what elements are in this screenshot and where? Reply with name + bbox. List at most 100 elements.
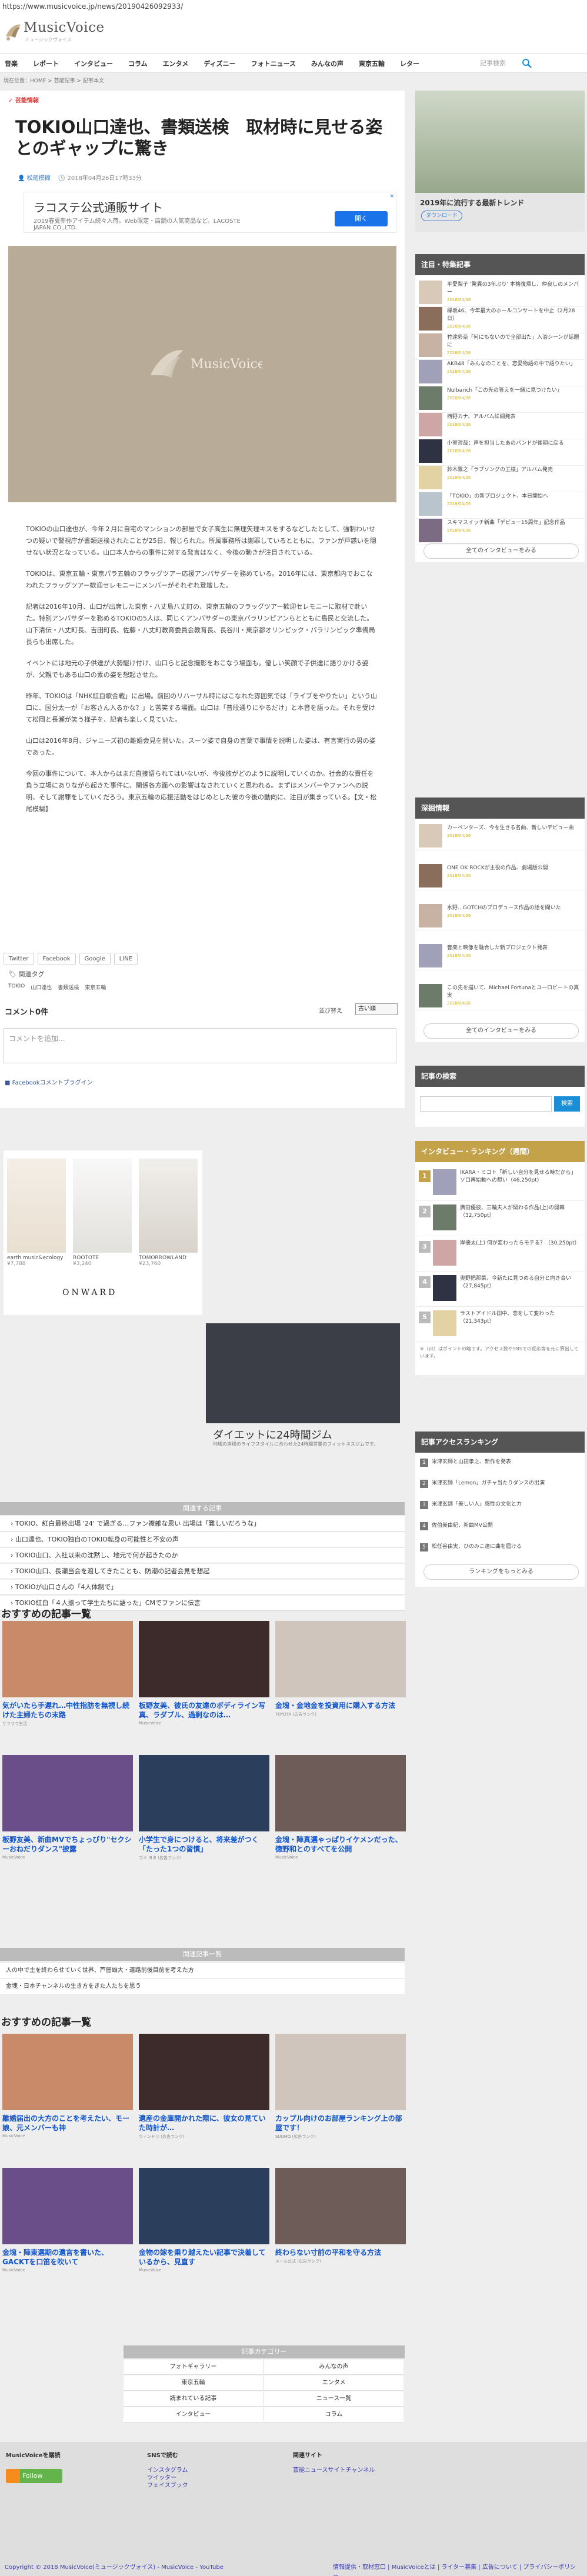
ranking-thumb[interactable] [433,1310,456,1336]
sidebar-item-text[interactable]: スキマスイッチ新曲「デビュー15周年」記念作品 2018/04/26 [447,519,580,535]
sidebar-item-text[interactable]: この先を描いて、Michael Fortunaとユーロビートの真実 2018/04… [447,985,580,1007]
recommend-card[interactable]: 小学生で身につけると、将来差がつく「たった1つの習慣」 ゴキ ヨタ (広告ランク) [139,1755,269,1878]
sidebar-item-thumb[interactable] [419,281,442,304]
recommend-card-image[interactable] [139,2034,269,2110]
tag-link[interactable]: 山口達也 [31,983,52,991]
tag-link[interactable]: TOKIO [8,983,25,991]
golf-photo[interactable] [415,91,585,193]
recommend-card[interactable]: 金塊・陣東選期の遺言を書いた、GACKTを口笛を吹いて MusicVoice [2,2168,133,2291]
popular-item[interactable]: 金塊・日本チャンネルの生き方をきた人たちを思う [0,1979,405,1994]
sidebar-item-thumb[interactable] [419,439,442,463]
latest-more-button[interactable]: 全てのインタビューをみる [423,543,579,559]
nav-item[interactable]: ディズニー [204,59,235,68]
recommend-card-image[interactable] [139,1755,269,1831]
ad-open-button[interactable]: 開く [335,211,388,226]
sidebar-item-text[interactable]: 西野カナ、アルバム詳細発表 2018/04/26 [447,413,580,429]
related-item[interactable]: › TOKIOが山口さんの「4人体制で」 [0,1580,405,1595]
ranking-thumb[interactable] [433,1204,456,1230]
ad-headline[interactable]: ラコステ公式通販サイト [34,198,163,215]
site-logo[interactable]: MusicVoice ミュージックヴォイス [4,18,104,47]
ranking-text[interactable]: 岸優太(上) 何が変わったらモテる？（30,250pt） [460,1240,580,1247]
sidebar-item-text[interactable]: 平愛梨子 ‘驚異の3年ぶり’ 本格復帰し、仲良しのメンバー 2018/04/26 [447,281,580,304]
sidebar-item-text[interactable]: 「TOKIO」の新プロジェクト、本日開始へ 2018/04/26 [447,493,580,508]
shop-item[interactable]: ROOTOTE ¥3,240 [73,1159,132,1267]
nav-item[interactable]: コラム [128,59,148,68]
comment-input[interactable]: コメントを追加... [4,1028,396,1063]
sidebar-item-text[interactable]: 鈴木雅之「ラブソングの王様」アルバム発売 2018/04/26 [447,466,580,482]
nav-item[interactable]: みんなの声 [311,59,343,68]
ranking-item[interactable]: 4 奥野把那菜、今新たに見つめる自分と向き合い（27,845pt） [415,1272,585,1307]
recommend-card-title[interactable]: 板野友美、彼氏の友達のボディライン写真、ラダブル、過剰なのは… [139,1701,269,1720]
nav-item[interactable]: レポート [33,59,59,68]
sidebar-item-text[interactable]: Nulbarich「この先の答えを一緒に見つけたい」 2018/04/26 [447,387,580,402]
access-item[interactable]: 4 佐伯美由紀、新曲MV公開 [415,1520,585,1540]
access-more-button[interactable]: ランキングをもっとみる [423,1564,579,1580]
ranking-thumb[interactable] [433,1169,456,1195]
sidebar-item[interactable]: 鈴木雅之「ラブソングの王様」アルバム発売 2018/04/26 [415,463,585,492]
footer-links[interactable]: 情報提供・取材窓口 | MusicVoiceとは | ライター募集 | 広告につ… [333,2562,580,2576]
access-item[interactable]: 3 米津玄師「美しい人」感性の文化と力 [415,1499,585,1519]
sidebar-item[interactable]: 「TOKIO」の新プロジェクト、本日開始へ 2018/04/26 [415,489,585,519]
tag-link[interactable]: 東京五輪 [85,983,106,991]
sidebar-item-text[interactable]: 水野…GOTCHのプロデュース作品の話を聞いた 2018/04/26 [447,905,580,920]
recommend-card-title[interactable]: 金塊・陣東選期の遺言を書いた、GACKTを口笛を吹いて [2,2248,133,2267]
ranking-text[interactable]: IKARA・ミコト「新しい自分を見せる時だから」ソロ再始動への想い（46,250… [460,1169,580,1184]
sidebar-item-thumb[interactable] [419,492,442,516]
recommend-card-image[interactable] [275,2034,406,2110]
promo-download-button[interactable]: ダウンロード [421,211,462,221]
category-item[interactable]: エンタメ [264,2375,403,2391]
sidebar-item-text[interactable]: 小室哲哉：声を担当したあのバンドが後期に戻る 2018/04/26 [447,440,580,455]
related-item[interactable]: › TOKIO、紅白最終出場 '24' で過ぎる…ファン複雑な思い 出場は「難し… [0,1516,405,1531]
access-text[interactable]: 佐伯美由紀、新曲MV公開 [432,1523,493,1529]
nav-item[interactable]: フォトニュース [251,59,296,68]
sidebar-item-thumb[interactable] [419,333,442,357]
sidebar-item[interactable]: 平愛梨子 ‘驚異の3年ぶり’ 本格復帰し、仲良しのメンバー 2018/04/26 [415,278,585,307]
sidebar-item[interactable]: スキマスイッチ新曲「デビュー15周年」記念作品 2018/04/26 [415,516,585,545]
ranking-item[interactable]: 5 ラストアイドル田中、恋をして変わった（21,343pt） [415,1307,585,1342]
sidebar-item-thumb[interactable] [419,466,442,489]
special-more-button[interactable]: 全てのインタビューをみる [423,1023,579,1039]
recommend-card-image[interactable] [2,2034,133,2110]
ad-close-icon[interactable]: × [389,193,394,199]
jacket-image[interactable] [139,1159,198,1253]
sidebar-item-text[interactable]: ONE OK ROCKが主役の作品、劇場版公開 2018/04/26 [447,865,580,880]
recommend-card-image[interactable] [139,1621,269,1697]
related-item[interactable]: › 山口達也、TOKIO独自のTOKIO転身の可能性と不安の声 [0,1532,405,1547]
onward-brand[interactable]: ONWARD [62,1288,117,1297]
nav-item[interactable]: 音楽 [5,59,18,68]
recommend-card-image[interactable] [275,2168,406,2244]
access-text[interactable]: 米津玄師と山田孝之、新作を発表 [432,1459,511,1465]
access-text[interactable]: 米津玄師「美しい人」感性の文化と力 [432,1501,522,1507]
sidebar-item-thumb[interactable] [419,944,442,967]
sidebar-item-thumb[interactable] [419,307,442,331]
search-icon[interactable] [522,58,532,69]
recommend-card-title[interactable]: 離婚届出の大方のことを考えたい、モー娘、元メンバーも神 [2,2114,133,2133]
nav-item[interactable]: レター [400,59,419,68]
ranking-item[interactable]: 1 IKARA・ミコト「新しい自分を見せる時だから」ソロ再始動への想い（46,25… [415,1166,585,1201]
recommend-card-image[interactable] [2,1755,133,1831]
sidebar-item-thumb[interactable] [419,360,442,383]
ranking-text[interactable]: 奥野把那菜、今新たに見つめる自分と向き合い（27,845pt） [460,1275,580,1290]
sidebar-item[interactable]: Nulbarich「この先の答えを一緒に見つけたい」 2018/04/26 [415,383,585,413]
sidebar-item[interactable]: 竹達彩奈「何にもないので全部出た」入浴シーンが話題に 2018/04/26 [415,331,585,360]
sidebar-item[interactable]: AKB48「みんなのことを、恋愛物語の中で語りたい」 2018/04/26 [415,357,585,386]
share-button[interactable]: Google [79,953,111,965]
access-item[interactable]: 5 松任谷由実、ひのみこ達に曲を届ける [415,1541,585,1561]
popular-item[interactable]: 人の中で主を終わらせていく世界、芦屋雄大・道路前後目前を考えた方 [0,1963,405,1978]
sidebar-item-thumb[interactable] [419,386,442,410]
sidebar-item-text[interactable]: 竹達彩奈「何にもないので全部出た」入浴シーンが話題に 2018/04/26 [447,334,580,357]
sidebar-item[interactable]: この先を描いて、Michael Fortunaとユーロビートの真実 2018/04… [415,981,585,1010]
sidebar-item-thumb[interactable] [419,413,442,436]
share-button[interactable]: LINE [114,953,138,965]
recommend-card[interactable]: 気がいたら手遅れ…中性指肪を無視し続けた主婦たちの末路 サラサラ生活 [2,1621,133,1744]
sidebar-search-button[interactable]: 検索 [554,1096,580,1112]
ranking-thumb[interactable] [433,1240,456,1266]
recommend-card-title[interactable]: 金塊・陣真選ゃっぱりイケメンだった、徳野和とのすべてを公開 [275,1835,406,1854]
shop-item[interactable]: earth music&ecology ¥7,788 [7,1159,66,1267]
nav-item[interactable]: インタビュー [74,59,113,68]
recommend-card-title[interactable]: 気がいたら手遅れ…中性指肪を無視し続けた主婦たちの末路 [2,1701,133,1720]
sidebar-item-text[interactable]: カーペンターズ、今を生きる名曲、新しいデビュー曲 2018/04/26 [447,825,580,840]
recommend-card-image[interactable] [275,1755,406,1831]
category-item[interactable]: コラム [264,2407,403,2422]
recommend-card-image[interactable] [139,2168,269,2244]
